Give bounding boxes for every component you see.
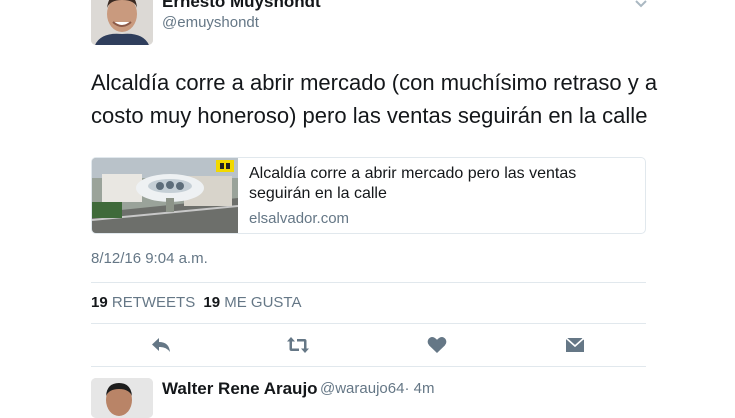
like-button[interactable] bbox=[425, 334, 449, 356]
retweets-label: RETWEETS bbox=[111, 294, 196, 311]
reply-author-avatar[interactable] bbox=[91, 378, 153, 418]
likes-label: ME GUSTA bbox=[224, 294, 302, 311]
direct-message-icon bbox=[565, 336, 585, 352]
chevron-down-icon[interactable] bbox=[633, 0, 649, 12]
retweets-count: 19 bbox=[91, 294, 108, 311]
tweet-text: Alcaldía corre a abrir mercado (con much… bbox=[91, 70, 658, 128]
reply-button[interactable] bbox=[149, 334, 173, 356]
retweet-button[interactable] bbox=[286, 334, 310, 356]
divider bbox=[91, 366, 646, 367]
tweet-stats: 19 RETWEETS 19 ME GUSTA bbox=[91, 294, 301, 311]
reply-icon bbox=[152, 338, 170, 352]
tweet-timestamp[interactable]: 8/12/16 9:04 a.m. bbox=[91, 250, 208, 267]
card-thumbnail[interactable] bbox=[92, 158, 239, 233]
author-avatar[interactable] bbox=[91, 0, 153, 45]
likes-stat[interactable]: 19 ME GUSTA bbox=[203, 294, 301, 311]
direct-message-button[interactable] bbox=[563, 334, 587, 356]
card-domain[interactable]: elsalvador.com bbox=[249, 210, 349, 227]
retweet-icon bbox=[287, 337, 309, 353]
author-handle[interactable]: @emuyshondt bbox=[162, 14, 259, 31]
likes-count: 19 bbox=[203, 294, 221, 311]
retweets-stat[interactable]: 19 RETWEETS bbox=[91, 294, 195, 311]
reply-author-handle[interactable]: @waraujo64 bbox=[320, 380, 404, 397]
author-name[interactable]: Ernesto Muyshondt bbox=[162, 0, 321, 12]
reply-time[interactable]: · 4m bbox=[404, 380, 434, 397]
divider bbox=[91, 323, 646, 324]
like-icon bbox=[427, 336, 447, 353]
reply-meta: @waraujo64· 4m bbox=[320, 380, 434, 397]
reply-author-name[interactable]: Walter Rene Araujo bbox=[162, 379, 318, 399]
card-title[interactable]: Alcaldía corre a abrir mercado pero las … bbox=[249, 164, 629, 204]
link-card[interactable]: Alcaldía corre a abrir mercado pero las … bbox=[91, 157, 646, 234]
divider bbox=[91, 282, 646, 283]
